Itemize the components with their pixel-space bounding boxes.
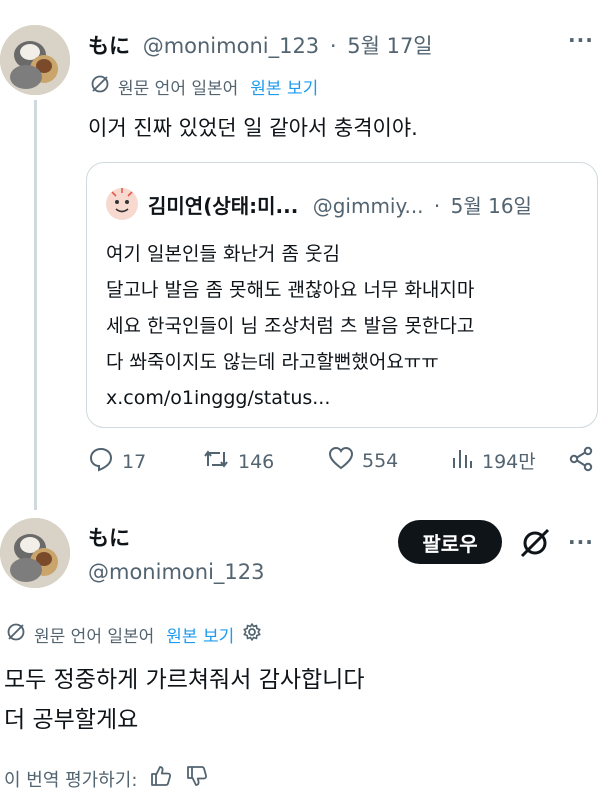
translate-label: 원문 언어 일본어 xyxy=(34,627,155,647)
grok-icon[interactable] xyxy=(518,526,552,560)
more-options-button[interactable]: ··· xyxy=(568,28,594,52)
retweet-count: 146 xyxy=(238,450,275,473)
thumbs-down-icon[interactable] xyxy=(185,764,209,793)
tweet-text: 이거 진짜 있었던 일 같아서 충격이야. xyxy=(88,116,418,140)
share-icon xyxy=(568,446,594,477)
retweet-icon xyxy=(202,446,230,477)
like-count: 554 xyxy=(362,449,399,472)
thread-line xyxy=(34,100,37,510)
quoted-separator: · xyxy=(433,194,441,218)
handle[interactable]: @monimoni_123 xyxy=(143,34,319,58)
avatar[interactable] xyxy=(0,518,70,588)
quoted-date[interactable]: 5월 16일 xyxy=(451,194,532,218)
separator: · xyxy=(329,34,337,58)
view-count: 194만 xyxy=(482,451,536,473)
translate-icon xyxy=(6,622,26,647)
quoted-text-line: 여기 일본인들 화난거 좀 웃김 xyxy=(106,243,340,265)
show-original-link[interactable]: 원본 보기 xyxy=(250,74,318,99)
display-name[interactable]: もに xyxy=(88,34,130,58)
like-button[interactable]: 554 xyxy=(328,446,398,475)
share-button[interactable] xyxy=(568,446,594,477)
thumbs-up-icon[interactable] xyxy=(149,764,173,793)
quoted-handle[interactable]: @gimmiy... xyxy=(313,194,424,218)
translate-icon xyxy=(90,74,110,99)
follow-button[interactable]: 팔로우 xyxy=(398,520,502,564)
reply-button[interactable]: 17 xyxy=(88,446,146,477)
rate-translation-label: 이 번역 평가하기: xyxy=(4,769,138,791)
more-options-button[interactable]: ··· xyxy=(568,530,594,554)
retweet-button[interactable]: 146 xyxy=(202,446,274,477)
display-name[interactable]: もに xyxy=(88,522,130,552)
gear-icon[interactable] xyxy=(242,622,262,647)
avatar[interactable] xyxy=(0,25,70,95)
quoted-text-line: 달고나 발음 좀 못해도 괜찮아요 너무 화내지마 xyxy=(106,279,475,301)
reply-icon xyxy=(88,446,114,477)
heart-icon xyxy=(328,446,354,475)
quoted-display-name[interactable]: 김미연(상태:미... xyxy=(148,194,298,218)
tweet-date[interactable]: 5월 17일 xyxy=(347,34,432,58)
quoted-link[interactable]: x.com/o1inggg/status... xyxy=(106,380,474,416)
quoted-text-line: 세요 한국인들이 님 조상처럼 츠 발음 못한다고 xyxy=(106,315,475,337)
quoted-text-line: 다 쏴죽이지도 않는데 라고할뻔했어요ㅠㅠ xyxy=(106,351,439,373)
views-button[interactable]: 194만 xyxy=(450,446,536,475)
translate-label: 원문 언어 일본어 xyxy=(118,79,239,99)
bar-chart-icon xyxy=(450,446,474,475)
quoted-avatar[interactable] xyxy=(104,186,140,222)
tweet-text-line: 모두 정중하게 가르쳐줘서 감사합니다 xyxy=(4,667,365,693)
handle[interactable]: @monimoni_123 xyxy=(88,560,264,584)
tweet-text-line: 더 공부할게요 xyxy=(4,707,139,733)
reply-count: 17 xyxy=(122,450,147,473)
show-original-link[interactable]: 원본 보기 xyxy=(166,622,234,647)
